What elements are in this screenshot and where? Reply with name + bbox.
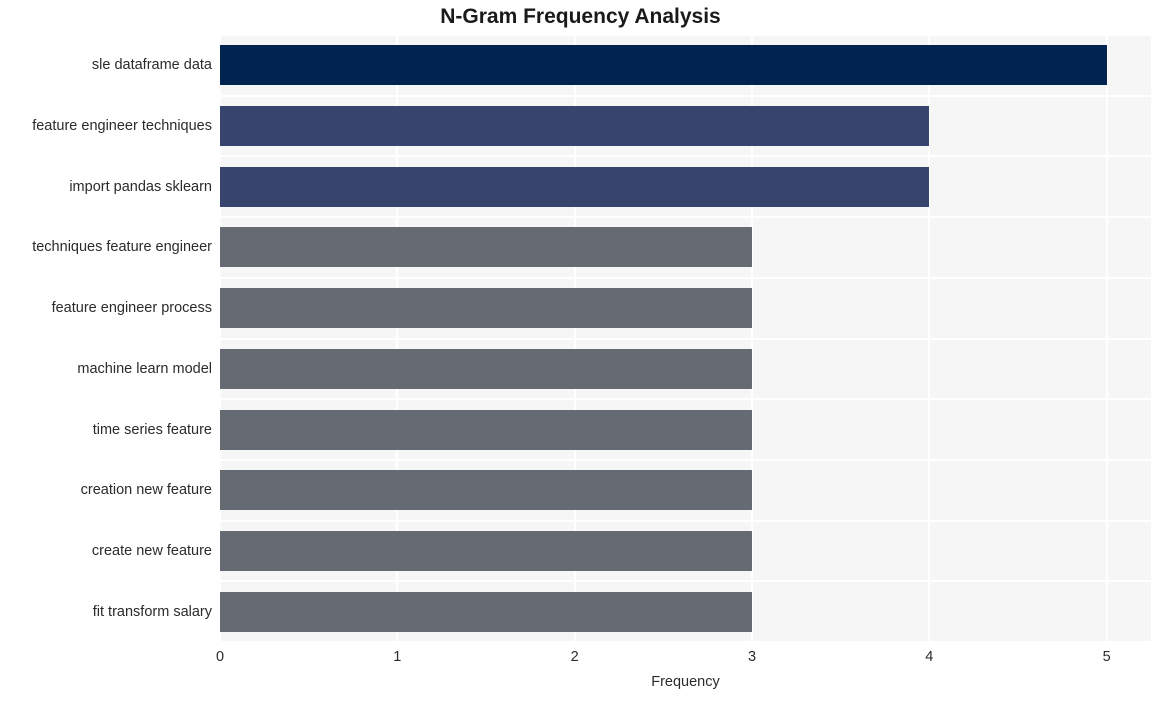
y-tick-label: feature engineer process <box>51 300 212 317</box>
bar[interactable] <box>220 591 752 632</box>
bar[interactable] <box>220 348 752 389</box>
bar[interactable] <box>220 106 930 147</box>
x-tick-label: 2 <box>570 649 579 665</box>
y-tick-label: techniques feature engineer <box>32 239 212 256</box>
y-tick-label: machine learn model <box>77 360 212 377</box>
x-tick-label: 0 <box>215 649 225 665</box>
y-gridline <box>220 458 1151 461</box>
y-axis: sle dataframe data feature engineer techn… <box>0 35 212 642</box>
y-gridline <box>220 398 1151 401</box>
y-gridline <box>220 580 1151 583</box>
y-tick-label: feature engineer techniques <box>32 118 212 135</box>
bar[interactable] <box>220 227 752 268</box>
x-axis-title: Frequency <box>651 674 720 690</box>
y-tick-label: create new feature <box>91 542 212 559</box>
page-title: N-Gram Frequency Analysis <box>440 5 721 28</box>
y-gridline <box>220 519 1151 522</box>
y-tick-label: sle dataframe data <box>91 57 212 74</box>
y-gridline <box>220 35 1151 36</box>
x-tick-label: 4 <box>925 649 934 665</box>
bar[interactable] <box>220 45 1107 86</box>
x-tick-label: 3 <box>747 649 757 665</box>
y-gridline <box>220 216 1151 219</box>
plot-area <box>220 35 1151 642</box>
x-axis: 0 1 2 3 4 5 <box>0 648 1161 670</box>
bar[interactable] <box>220 530 752 571</box>
bar[interactable] <box>220 470 752 511</box>
bar[interactable] <box>220 288 752 329</box>
y-gridline <box>220 155 1151 158</box>
y-gridline <box>220 641 1151 642</box>
y-gridline <box>220 337 1151 340</box>
bar[interactable] <box>220 409 752 450</box>
x-tick-label: 5 <box>1102 649 1111 665</box>
x-tick-label: 1 <box>393 649 402 665</box>
y-gridline <box>220 276 1151 279</box>
y-tick-label: creation new feature <box>80 482 212 499</box>
y-tick-label: import pandas sklearn <box>69 178 212 195</box>
chart-figure: N-Gram Frequency Analysis sle dataframe … <box>0 0 1161 701</box>
y-gridline <box>220 94 1151 97</box>
y-tick-label: fit transform salary <box>92 603 212 620</box>
y-tick-label: time series feature <box>92 421 212 438</box>
bar[interactable] <box>220 166 930 207</box>
